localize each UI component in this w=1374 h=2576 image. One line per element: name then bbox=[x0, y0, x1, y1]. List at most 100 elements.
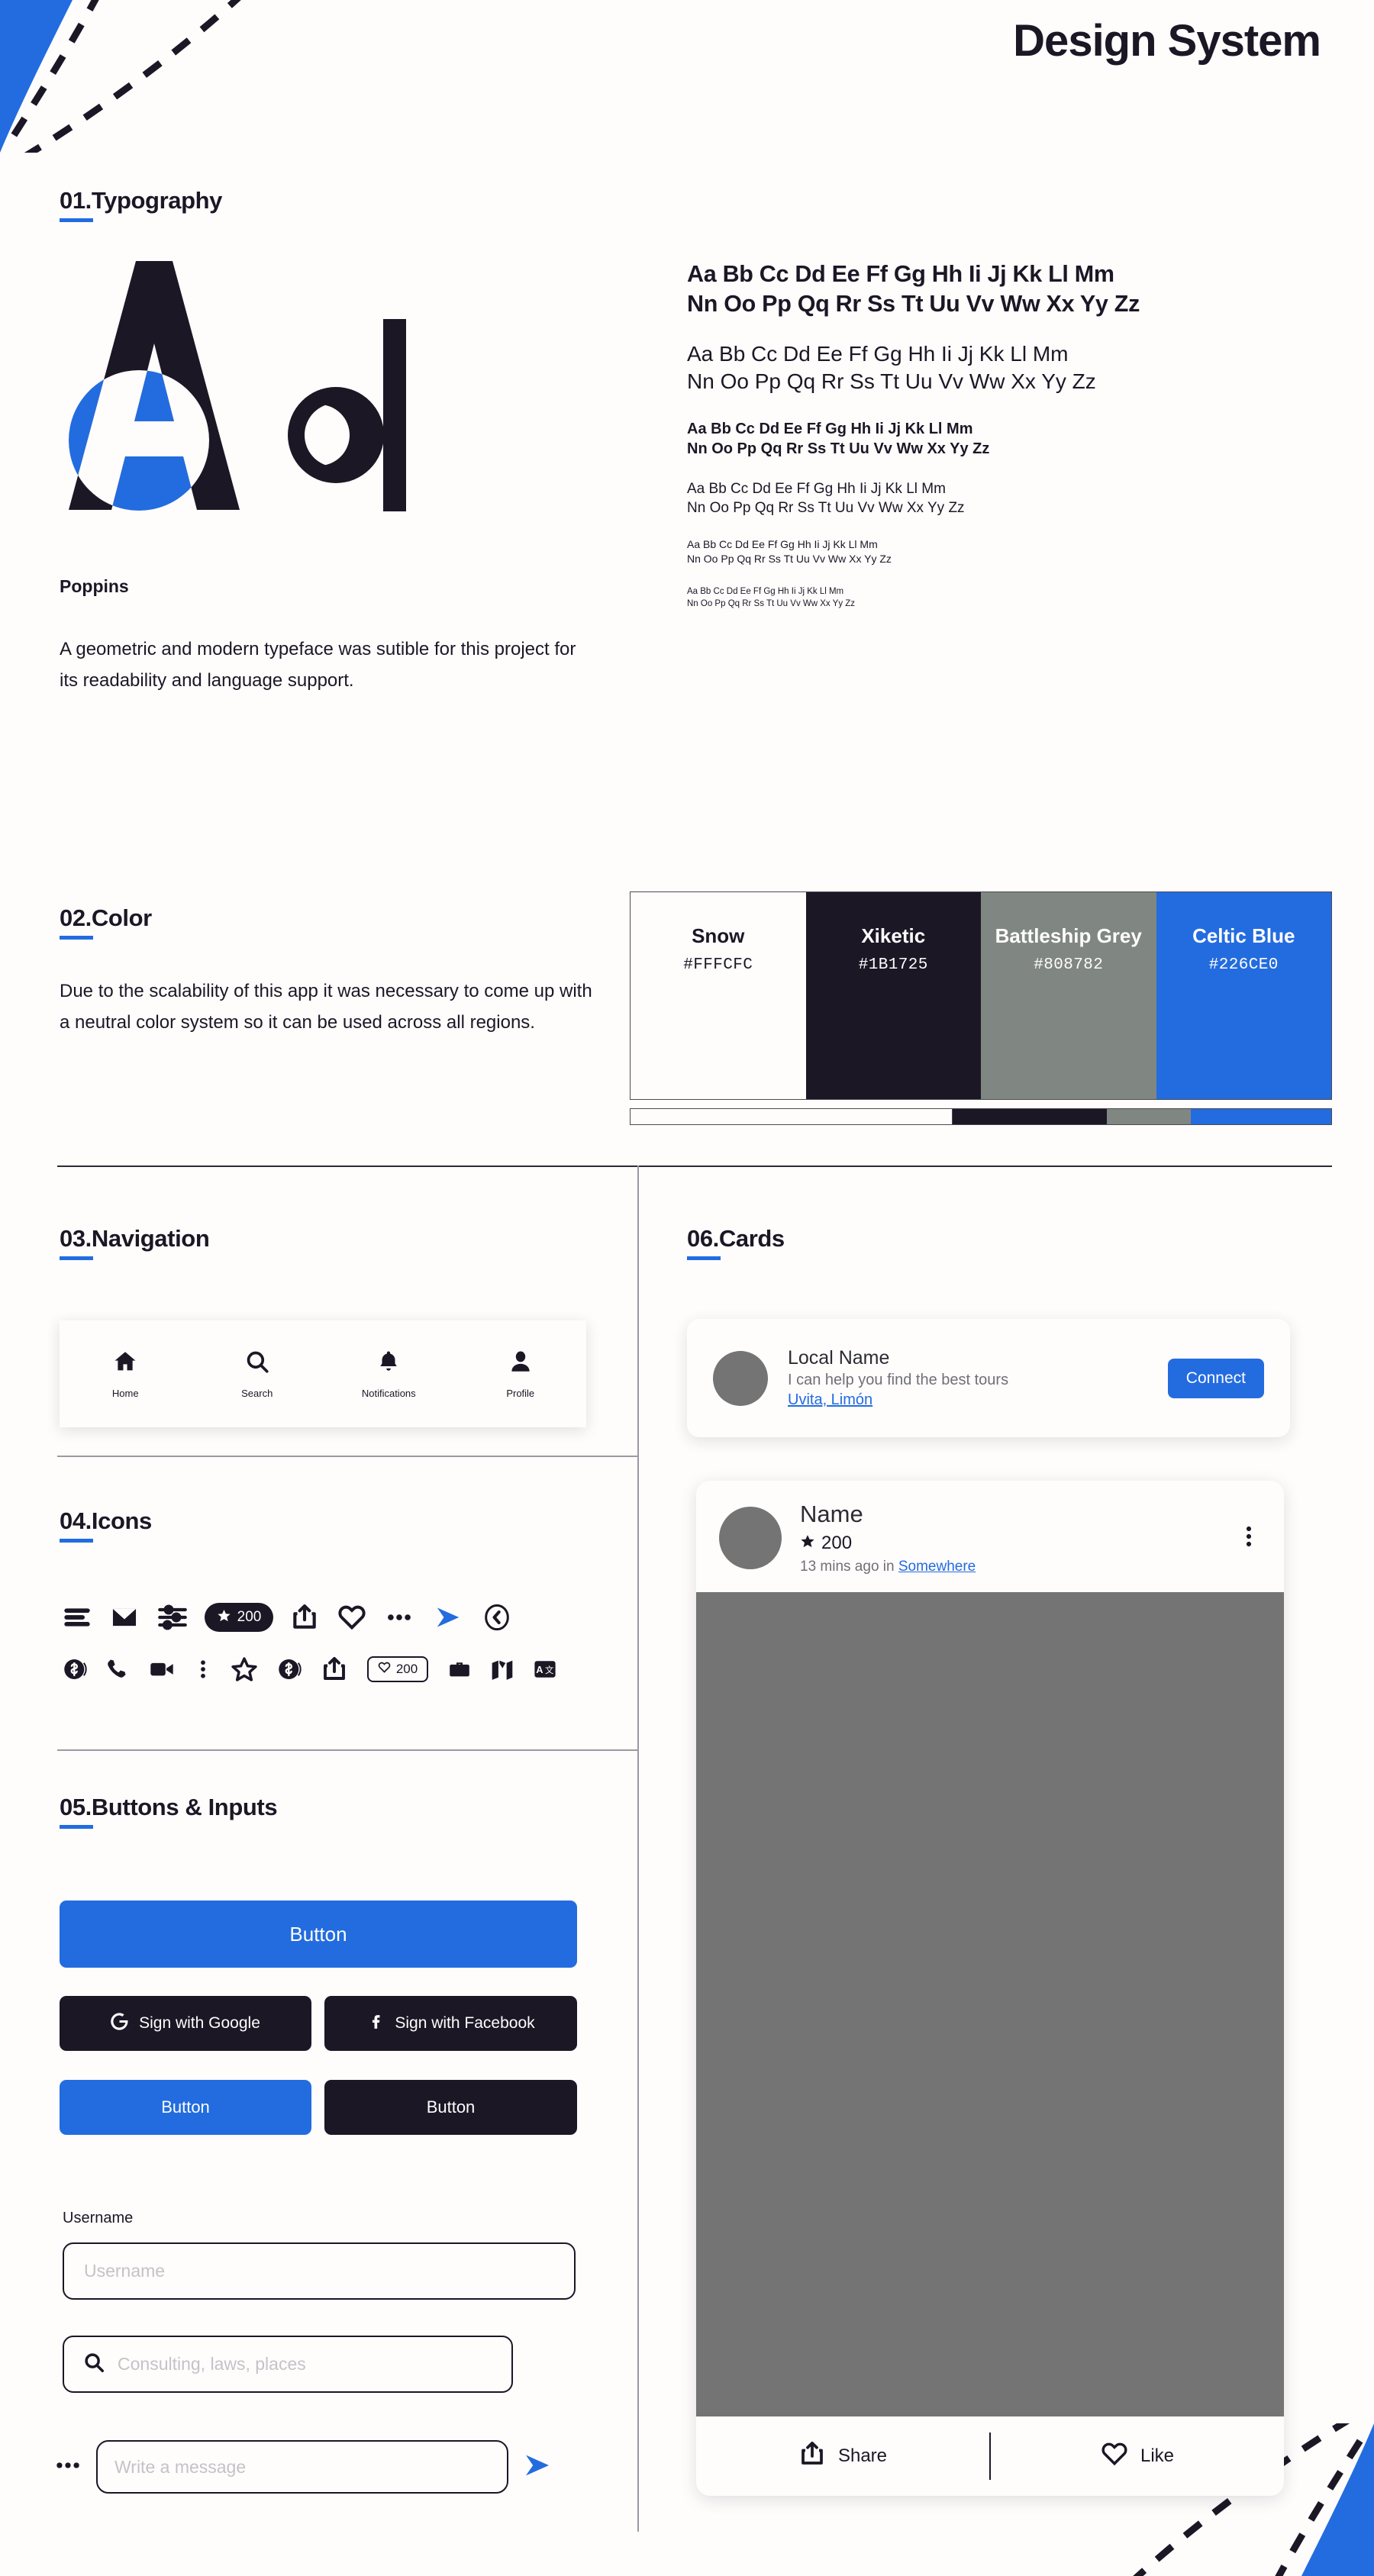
section-title: 01.Typography bbox=[60, 187, 222, 214]
post-header: Name 200 13 mins ago in Somewhere bbox=[696, 1481, 1284, 1592]
section-heading-typography: 01.Typography bbox=[60, 187, 222, 222]
color-swatch: Xiketic #1B1725 bbox=[805, 892, 981, 1099]
like-label: Like bbox=[1140, 2445, 1175, 2466]
section-underline bbox=[60, 218, 93, 222]
star-icon bbox=[800, 1533, 815, 1554]
section-title: 06.Cards bbox=[687, 1225, 785, 1252]
message-field[interactable] bbox=[96, 2440, 508, 2494]
typeface-size-specimens: Aa Bb Cc Dd Ee Ff Gg Hh Ii Jj Kk Ll Mm N… bbox=[687, 260, 1328, 610]
search-input[interactable] bbox=[118, 2354, 493, 2374]
send-icon[interactable] bbox=[522, 2450, 553, 2484]
share-icon[interactable] bbox=[311, 1656, 357, 1683]
post-place-link[interactable]: Somewhere bbox=[898, 1559, 976, 1575]
specimen-row: Aa Bb Cc Dd Ee Ff Gg Hh Ii Jj Kk Ll Mm N… bbox=[687, 420, 990, 457]
contact-card: Local Name I can help you find the best … bbox=[687, 1319, 1290, 1437]
section-title: 03.Navigation bbox=[60, 1225, 210, 1252]
phone-icon[interactable] bbox=[96, 1657, 139, 1681]
post-timestamp-prefix: 13 mins ago in bbox=[800, 1559, 898, 1575]
username-input[interactable] bbox=[63, 2242, 576, 2300]
section-heading-color: 02.Color bbox=[60, 904, 152, 940]
bottom-navigation-bar: Home Search Notifications Profile bbox=[60, 1320, 586, 1427]
section-underline bbox=[60, 1539, 93, 1543]
sign-in-facebook-button[interactable]: Sign with Facebook bbox=[324, 1996, 577, 2051]
bell-icon bbox=[376, 1349, 402, 1378]
post-rating-value: 200 bbox=[821, 1533, 853, 1553]
swatch-hex: #226CE0 bbox=[1208, 956, 1279, 974]
heart-outline-icon bbox=[378, 1661, 391, 1678]
video-icon[interactable] bbox=[139, 1656, 185, 1683]
avatar bbox=[713, 1350, 768, 1406]
color-description: Due to the scalability of this app it wa… bbox=[60, 981, 592, 1033]
nav-item-notifications[interactable]: Notifications bbox=[339, 1349, 438, 1399]
post-image-placeholder bbox=[696, 1592, 1284, 2416]
search-icon bbox=[82, 2351, 105, 2378]
avatar bbox=[719, 1507, 782, 1569]
color-swatch: Snow #FFFCFC bbox=[631, 892, 806, 1099]
ellipsis-icon[interactable] bbox=[53, 2451, 82, 2484]
distribution-segment bbox=[953, 1109, 1108, 1124]
briefcase-icon[interactable] bbox=[438, 1657, 481, 1681]
nav-item-profile[interactable]: Profile bbox=[471, 1349, 570, 1399]
icon-row: 200 bbox=[53, 1591, 618, 1643]
typeface-description: A geometric and modern typeface was suti… bbox=[60, 639, 576, 692]
post-timestamp: 13 mins ago in Somewhere bbox=[800, 1559, 1218, 1575]
search-field[interactable] bbox=[63, 2336, 513, 2393]
message-input[interactable] bbox=[114, 2456, 490, 2478]
dollar-coin-icon[interactable] bbox=[53, 1656, 96, 1682]
nav-item-label: Notifications bbox=[361, 1388, 416, 1399]
section-divider-horizontal bbox=[57, 1165, 1332, 1167]
contact-name: Local Name bbox=[788, 1347, 890, 1369]
secondary-button-blue[interactable]: Button bbox=[60, 2080, 311, 2135]
secondary-button-dark[interactable]: Button bbox=[324, 2080, 577, 2135]
color-distribution-bar bbox=[630, 1108, 1332, 1125]
distribution-segment bbox=[1107, 1109, 1192, 1124]
specimen-row: Aa Bb Cc Dd Ee Ff Gg Hh Ii Jj Kk Ll Mm N… bbox=[687, 261, 1140, 318]
distribution-segment bbox=[631, 1109, 953, 1124]
menu-icon[interactable] bbox=[53, 1602, 101, 1633]
heart-outline-icon[interactable] bbox=[328, 1603, 376, 1632]
swatch-hex: #808782 bbox=[1034, 956, 1104, 974]
sign-in-google-button[interactable]: Sign with Google bbox=[60, 1996, 311, 2051]
share-button[interactable]: Share bbox=[696, 2440, 989, 2473]
like-button[interactable]: Like bbox=[991, 2440, 1284, 2473]
navigation-divider bbox=[57, 1456, 637, 1457]
section-underline bbox=[60, 1256, 93, 1260]
section-heading-navigation: 03.Navigation bbox=[60, 1225, 210, 1260]
primary-button[interactable]: Button bbox=[60, 1901, 577, 1968]
contact-tagline: I can help you find the best tours bbox=[788, 1372, 1009, 1388]
map-icon[interactable] bbox=[481, 1656, 524, 1682]
swatch-name: Battleship Grey bbox=[995, 924, 1142, 947]
envelope-icon[interactable] bbox=[101, 1603, 148, 1632]
color-swatch: Celtic Blue #226CE0 bbox=[1156, 892, 1331, 1099]
back-chevron-icon[interactable] bbox=[473, 1602, 521, 1633]
translate-icon[interactable]: A 文 bbox=[524, 1656, 566, 1682]
icons-divider bbox=[57, 1749, 637, 1751]
home-icon bbox=[112, 1349, 138, 1378]
section-divider-vertical bbox=[637, 1165, 639, 2532]
ellipsis-icon[interactable] bbox=[376, 1603, 423, 1632]
vertical-dots-icon[interactable] bbox=[185, 1656, 221, 1682]
share-icon[interactable] bbox=[281, 1603, 328, 1632]
specimen-row: Aa Bb Cc Dd Ee Ff Gg Hh Ii Jj Kk Ll Mm N… bbox=[687, 538, 892, 566]
nav-item-home[interactable]: Home bbox=[76, 1349, 175, 1399]
sliders-icon[interactable] bbox=[148, 1602, 197, 1633]
heart-outline-icon bbox=[1101, 2440, 1128, 2473]
vertical-dots-icon[interactable] bbox=[1237, 1521, 1261, 1556]
star-outline-icon[interactable] bbox=[221, 1655, 267, 1684]
google-icon bbox=[111, 2012, 128, 2035]
section-title: 04.Icons bbox=[60, 1507, 152, 1534]
connect-button[interactable]: Connect bbox=[1167, 1358, 1264, 1398]
svg-text:A: A bbox=[536, 1664, 543, 1675]
heart-count-pill[interactable]: 200 bbox=[357, 1656, 438, 1682]
swatch-name: Xiketic bbox=[861, 924, 926, 947]
star-count-pill[interactable]: 200 bbox=[197, 1603, 281, 1632]
dollar-coin-icon[interactable] bbox=[267, 1656, 311, 1682]
contact-location[interactable]: Uvita, Limón bbox=[788, 1391, 1148, 1409]
typeface-specimen-mark bbox=[60, 252, 426, 519]
nav-item-search[interactable]: Search bbox=[208, 1349, 307, 1399]
star-count-label: 200 bbox=[237, 1609, 262, 1625]
send-icon[interactable] bbox=[423, 1603, 473, 1632]
section-heading-cards: 06.Cards bbox=[687, 1225, 785, 1260]
color-swatch: Battleship Grey #808782 bbox=[981, 892, 1156, 1099]
icon-library: 200 200 A 文 bbox=[53, 1591, 618, 1695]
